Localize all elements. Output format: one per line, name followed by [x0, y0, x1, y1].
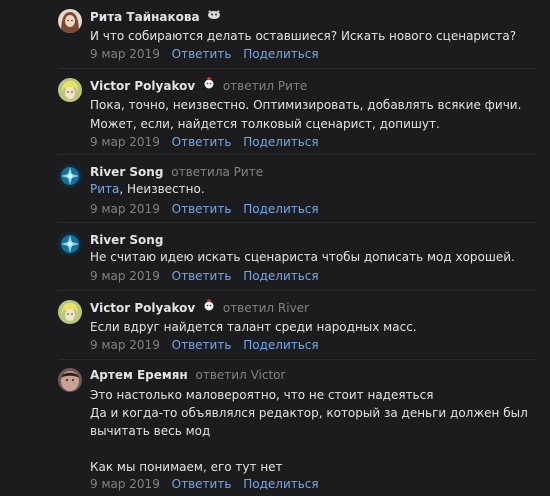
- share-button[interactable]: Поделиться: [243, 338, 318, 352]
- comment-date[interactable]: 9 мар 2019: [90, 135, 160, 149]
- comment-separator: [58, 222, 536, 223]
- share-button[interactable]: Поделиться: [243, 269, 318, 283]
- reply-button[interactable]: Ответить: [172, 269, 232, 283]
- avatar[interactable]: [58, 164, 82, 188]
- comment-text: И что собираются делать оставшиеся? Иска…: [90, 29, 517, 43]
- comment-separator: [58, 154, 536, 155]
- reply-button[interactable]: Ответить: [172, 338, 232, 352]
- comment-item: Рита Тайнакова И что собираются делать о…: [0, 0, 550, 68]
- reply-button[interactable]: Ответить: [172, 135, 232, 149]
- reply-to-label[interactable]: ответил Рите: [223, 79, 307, 93]
- comment-text: Не считаю идею искать сценариста чтобы д…: [90, 250, 515, 264]
- comment-date[interactable]: 9 мар 2019: [90, 269, 160, 283]
- comment-item: River Song Не считаю идею искать сценари…: [0, 222, 550, 292]
- reply-to-label[interactable]: ответила Рите: [171, 165, 263, 179]
- comment-item: Артем Еремян ответил Victor Это настольк…: [0, 359, 550, 496]
- comment-text-rest: , Неизвестно.: [119, 182, 205, 196]
- share-button[interactable]: Поделиться: [243, 477, 318, 491]
- reply-button[interactable]: Ответить: [172, 477, 232, 491]
- mention-link[interactable]: Рита: [90, 182, 119, 196]
- avatar[interactable]: [58, 232, 82, 256]
- share-button[interactable]: Поделиться: [243, 135, 318, 149]
- comment-item: River Song ответила Рите Рита, Неизвестн…: [0, 154, 550, 224]
- comment-text: Пока, точно, неизвестно. Оптимизировать,…: [90, 98, 522, 131]
- reply-to-label[interactable]: ответил Victor: [196, 368, 286, 382]
- comment-thread: Рита Тайнакова И что собираются делать о…: [0, 0, 550, 496]
- reply-button[interactable]: Ответить: [172, 202, 232, 216]
- reply-button[interactable]: Ответить: [172, 47, 232, 61]
- comment-item: Victor Polyakov ответил Рите Пока, точно…: [0, 68, 550, 158]
- sticker-badge-icon: [203, 77, 215, 93]
- share-button[interactable]: Поделиться: [243, 47, 318, 61]
- author-name[interactable]: Рита Тайнакова: [90, 10, 200, 24]
- avatar[interactable]: [58, 300, 82, 324]
- author-name[interactable]: River Song: [90, 165, 163, 179]
- comment-text: Это настолько маловероятно, что не стоит…: [90, 388, 528, 474]
- author-name[interactable]: Victor Polyakov: [90, 79, 195, 93]
- sticker-badge-icon: [207, 9, 221, 24]
- comment-date[interactable]: 9 мар 2019: [90, 47, 160, 61]
- comment-separator: [58, 68, 536, 69]
- sticker-badge-icon: [203, 299, 215, 315]
- author-name[interactable]: River Song: [90, 233, 163, 247]
- avatar[interactable]: [58, 9, 82, 33]
- avatar[interactable]: [58, 78, 82, 102]
- comment-date[interactable]: 9 мар 2019: [90, 477, 160, 491]
- comment-date[interactable]: 9 мар 2019: [90, 338, 160, 352]
- comment-text: Рита, Неизвестно.: [90, 180, 540, 199]
- avatar[interactable]: [58, 368, 82, 392]
- share-button[interactable]: Поделиться: [243, 202, 318, 216]
- comment-item: Victor Polyakov ответил River Если вдруг…: [0, 290, 550, 360]
- reply-to-label[interactable]: ответил River: [223, 301, 309, 315]
- comment-separator: [58, 290, 536, 291]
- comment-text: Если вдруг найдется талант среди народны…: [90, 320, 417, 334]
- author-name[interactable]: Артем Еремян: [90, 368, 188, 382]
- author-name[interactable]: Victor Polyakov: [90, 301, 195, 315]
- comment-date[interactable]: 9 мар 2019: [90, 202, 160, 216]
- comment-separator: [58, 359, 536, 360]
